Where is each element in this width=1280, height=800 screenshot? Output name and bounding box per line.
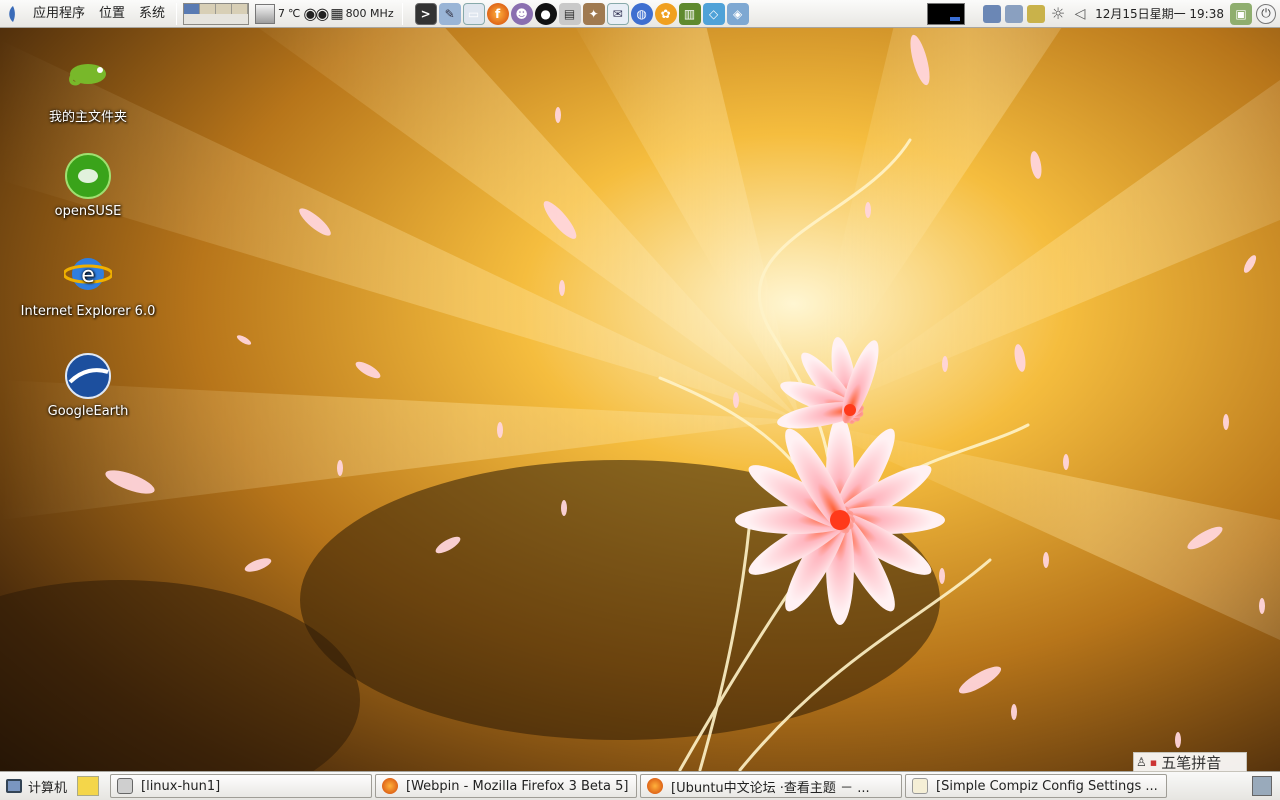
- panel-separator: [176, 2, 178, 25]
- game-icon[interactable]: ▤: [558, 2, 581, 25]
- main-menu: 应用程序 位置 系统: [26, 0, 172, 28]
- terminal-icon[interactable]: >: [414, 2, 437, 25]
- computer-icon: [6, 779, 22, 793]
- computer-label: 计算机: [28, 780, 68, 796]
- desktop-icon-opensuse[interactable]: openSUSE: [18, 152, 158, 219]
- internet-explorer-icon: e: [64, 258, 112, 290]
- task-title: [Ubuntu中文论坛 ·查看主题 － ...: [671, 780, 870, 796]
- flower-icon[interactable]: ✿: [654, 2, 677, 25]
- chameleon-icon: [69, 64, 106, 86]
- desktop-icon-label: Internet Explorer 6.0: [20, 304, 156, 319]
- notes-icon[interactable]: [77, 776, 100, 796]
- temperature-unit: ℃: [288, 7, 301, 20]
- workspace-4[interactable]: [232, 3, 249, 14]
- firefox-window-icon: [647, 778, 664, 794]
- desktop-wallpaper: [0, 0, 1280, 800]
- workspace-switcher[interactable]: [183, 2, 250, 25]
- top-panel: 应用程序 位置 系统 7 ℃ ◉◉ ▦ 800 MHz > ✎ ▭ f ☻ ● …: [0, 0, 1280, 28]
- desktop-icon-home[interactable]: 我的主文件夹: [18, 54, 158, 125]
- terminal-window-icon: [117, 778, 134, 794]
- task-title: [Webpin - Mozilla Firefox 3 Beta 5]: [406, 778, 629, 794]
- book-icon[interactable]: ▥: [678, 2, 701, 25]
- taskbar-item-firefox[interactable]: [Webpin - Mozilla Firefox 3 Beta 5]: [375, 774, 638, 798]
- desktop-icon-google-earth[interactable]: GoogleEarth: [18, 352, 158, 419]
- clock[interactable]: 12月15日星期一 19:38: [1095, 5, 1224, 22]
- eyes-icon[interactable]: ◉◉: [303, 4, 329, 23]
- workspace-3[interactable]: [216, 3, 233, 14]
- menu-places[interactable]: 位置: [92, 0, 132, 28]
- desktop-icon-label: 我的主文件夹: [48, 110, 127, 125]
- file-manager-icon[interactable]: ▭: [462, 2, 485, 25]
- weather-icon[interactable]: ☼: [1049, 4, 1067, 23]
- firefox-icon[interactable]: f: [486, 2, 509, 25]
- cube-icon[interactable]: ◈: [726, 2, 749, 25]
- mail-icon[interactable]: ✉: [606, 2, 629, 25]
- desktop-icon-internet-explorer[interactable]: e Internet Explorer 6.0: [18, 252, 158, 319]
- battery-icon[interactable]: [983, 4, 1002, 23]
- distro-logo-icon[interactable]: [0, 0, 26, 28]
- system-tray: ☼ ◁: [983, 4, 1089, 23]
- firefox-window-icon: [382, 778, 399, 794]
- task-title: [Simple Compiz Config Settings ...: [936, 778, 1158, 794]
- lock-icon: ▪: [1149, 755, 1158, 769]
- bottom-panel: 计算机 [linux-hun1] [Webpin - Mozilla Firef…: [0, 771, 1280, 800]
- penguin-icon: ♙: [1136, 755, 1147, 769]
- volume-icon[interactable]: ◁: [1071, 5, 1089, 23]
- workspace-1[interactable]: [184, 3, 201, 14]
- panel-separator: [401, 2, 403, 25]
- ime-label: 五笔拼音: [1161, 753, 1222, 772]
- trash-icon[interactable]: ▣: [1230, 2, 1252, 25]
- cpu-chip-icon[interactable]: ▦: [330, 6, 343, 22]
- messenger-icon[interactable]: ☻: [510, 2, 533, 25]
- workspace-indicator-icon[interactable]: [1252, 776, 1272, 796]
- shutdown-icon[interactable]: ⏻: [1256, 3, 1276, 24]
- desktop-icon-label: openSUSE: [54, 204, 122, 219]
- menu-system[interactable]: 系统: [132, 0, 172, 28]
- display-icon[interactable]: [1027, 4, 1046, 23]
- ccsm-window-icon: [912, 778, 929, 794]
- ime-status-bar[interactable]: ♙ ▪ 五笔拼音: [1133, 752, 1247, 772]
- box-icon[interactable]: ◇: [702, 2, 725, 25]
- computer-button[interactable]: 计算机: [0, 772, 73, 800]
- menu-applications[interactable]: 应用程序: [26, 0, 92, 28]
- cpu-frequency: 800 MHz: [345, 7, 394, 20]
- task-title: [linux-hun1]: [141, 778, 221, 794]
- taskbar-item-terminal[interactable]: [linux-hun1]: [110, 774, 373, 798]
- qq-icon[interactable]: ●: [534, 2, 557, 25]
- temperature-value: 7: [278, 7, 286, 20]
- opensuse-icon: [65, 153, 111, 199]
- desktop-icon-label: GoogleEarth: [47, 404, 129, 419]
- taskbar-item-ccsm[interactable]: [Simple Compiz Config Settings ...: [905, 774, 1168, 798]
- launcher-bar: > ✎ ▭ f ☻ ● ▤ ✦ ✉ ◍ ✿ ▥ ◇ ◈: [414, 2, 749, 25]
- cpu-gauge-icon[interactable]: [255, 3, 276, 24]
- workspace-2[interactable]: [200, 3, 217, 14]
- pidgin-icon[interactable]: ✦: [582, 2, 605, 25]
- system-monitor-graph[interactable]: [927, 2, 966, 25]
- network-manager-icon[interactable]: [1005, 4, 1024, 23]
- settings-icon[interactable]: ✎: [438, 2, 461, 25]
- system-monitor-bar: [950, 16, 961, 21]
- globe-icon: [65, 353, 111, 399]
- network-icon[interactable]: ◍: [630, 2, 653, 25]
- svg-text:e: e: [81, 263, 95, 288]
- taskbar-item-forum[interactable]: [Ubuntu中文论坛 ·查看主题 － ...: [640, 774, 903, 798]
